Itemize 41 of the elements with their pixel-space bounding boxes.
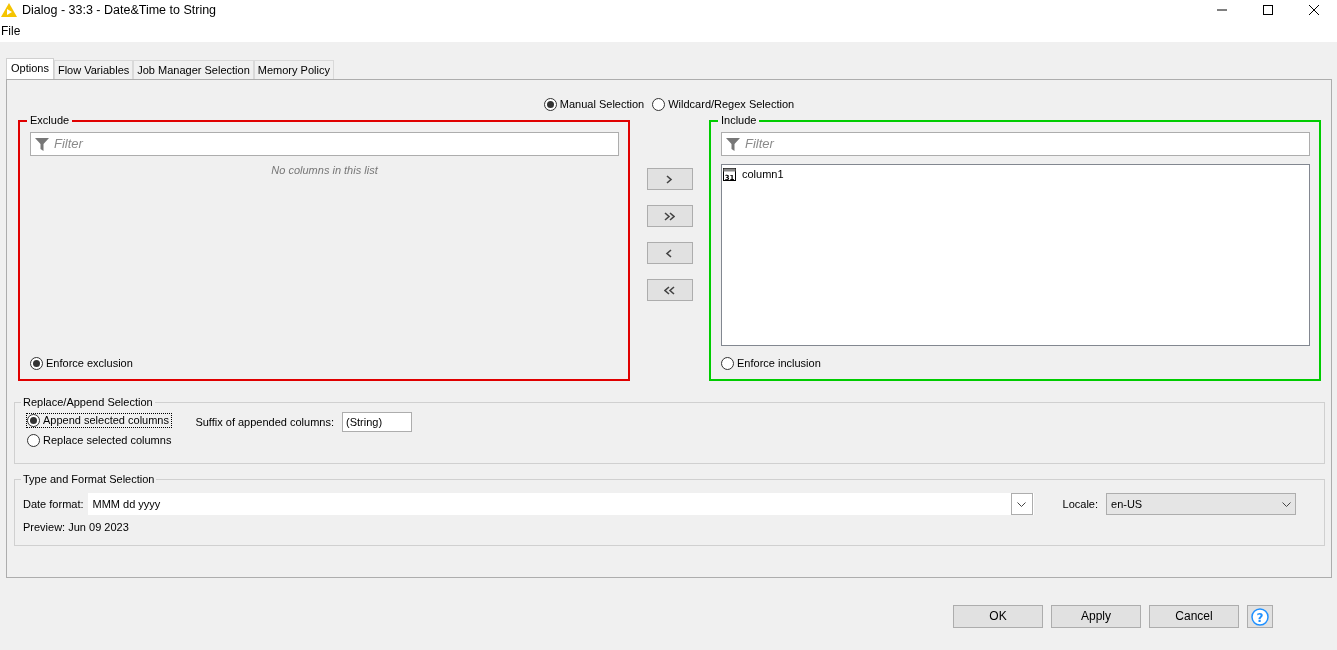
double-chevron-left-icon — [664, 284, 675, 296]
enforce-radio[interactable]: Enforce inclusion — [721, 357, 821, 371]
close-icon — [1309, 5, 1319, 15]
column-name[interactable]: column1 — [742, 168, 784, 182]
dialog-button[interactable]: OK — [953, 605, 1043, 629]
filter-field[interactable]: Filter — [721, 132, 1310, 157]
caret-icon — [1017, 501, 1027, 507]
filter-icon — [725, 136, 741, 153]
selection-mode-radio[interactable]: Wildcard/Regex Selection — [652, 97, 795, 111]
chevron-right-icon — [664, 173, 675, 185]
tab[interactable]: Job Manager Selection — [133, 60, 254, 80]
locale-dropdown[interactable]: en-US — [1106, 493, 1296, 516]
move-all-left-button[interactable] — [646, 279, 693, 302]
replace-append-radio[interactable]: Append selected columns — [27, 414, 172, 428]
filter-icon — [34, 136, 50, 153]
suffix-label: Suffix of appended columns: — [195, 415, 335, 429]
enforce-radio[interactable]: Enforce exclusion — [30, 357, 133, 371]
window-title: Dialog - 33:3 - Date&Time to String — [22, 2, 217, 18]
maximize-icon — [1263, 5, 1273, 15]
preview-text: Preview: Jun 09 2023 — [23, 521, 130, 535]
group-title: Type and Format Selection — [22, 474, 156, 486]
locale-label: Locale: — [1062, 497, 1098, 511]
filter-field[interactable]: Filter — [30, 132, 619, 157]
move-all-right-button[interactable] — [646, 205, 693, 228]
caret-icon — [1282, 501, 1291, 507]
suffix-field[interactable]: (String) — [342, 412, 413, 433]
double-chevron-right-icon — [664, 210, 675, 222]
date-format-dropdown[interactable]: MMM dd yyyy — [87, 493, 1034, 516]
replace-append-radio[interactable]: Replace selected columns — [27, 434, 172, 448]
include-title: Include — [720, 115, 758, 127]
empty-list-message: No columns in this list — [270, 164, 379, 178]
group-title: Replace/Append Selection — [22, 397, 154, 409]
tab[interactable]: Options — [6, 58, 54, 80]
tab[interactable]: Flow Variables — [53, 60, 134, 80]
tab[interactable]: Memory Policy — [253, 60, 334, 80]
exclude-title: Exclude — [29, 115, 71, 127]
dialog-button[interactable]: Apply — [1051, 605, 1141, 629]
date-format-label: Date format: — [23, 497, 84, 511]
selection-mode-radio[interactable]: Manual Selection — [543, 97, 645, 111]
dialog-button[interactable]: Cancel — [1149, 605, 1239, 629]
menu-item[interactable]: File — [0, 23, 22, 39]
